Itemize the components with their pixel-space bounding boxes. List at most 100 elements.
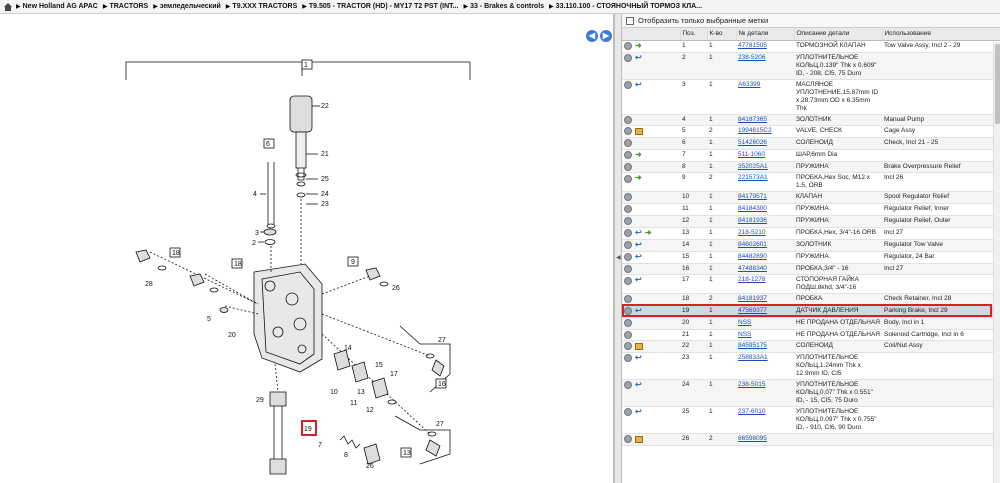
- part-number-link[interactable]: 84181936: [738, 217, 767, 224]
- breadcrumb-item[interactable]: 33.110.100 - СТОЯНОЧНЫЙ ТОРМОЗ КЛА...: [556, 3, 702, 10]
- part-number-link[interactable]: 84179571: [738, 193, 767, 200]
- breadcrumb-item[interactable]: T9.505 - TRACTOR (HD) - MY17 T2 PST (INT…: [309, 3, 459, 10]
- substitution-arrow-icon[interactable]: ↩: [635, 380, 642, 389]
- part-number-cell[interactable]: NSS: [736, 329, 794, 342]
- part-number-link[interactable]: 238-5015: [738, 381, 765, 388]
- table-row[interactable]: ↩ 15 1 84482890 ПРУЖИНА Regulator, 24 Bar: [622, 251, 1000, 264]
- part-number-link[interactable]: 47569377: [738, 307, 767, 314]
- part-number-cell[interactable]: 84179571: [736, 191, 794, 205]
- part-number-link[interactable]: 47488340: [738, 265, 767, 272]
- info-icon[interactable]: [624, 41, 632, 50]
- info-icon[interactable]: [624, 115, 632, 124]
- table-row[interactable]: ↩ 2 1 238-5206 УПЛОТНИТЕЛЬНОЕ КОЛЬЦ,0.139" T…: [622, 52, 1000, 80]
- table-row[interactable]: ↩ 25 1 237-6010 УПЛОТНИТЕЛЬНОЕ КОЛЬЦ,0.097" …: [622, 406, 1000, 435]
- part-number-cell[interactable]: 86598095: [736, 433, 794, 446]
- substitution-arrow-icon[interactable]: ↩: [635, 306, 642, 315]
- table-row[interactable]: 6 1 51426026 СОЛЕНОИД Check, Incl 21 - 25: [622, 137, 1000, 150]
- info-icon[interactable]: [624, 276, 632, 285]
- part-number-link[interactable]: 84602601: [738, 241, 767, 248]
- scrollbar[interactable]: [993, 42, 1000, 483]
- info-icon[interactable]: [624, 342, 632, 351]
- table-row[interactable]: ➜ 9 2 221573A1 ПРОБКА,Hex Soc, M12 x 1.5, OR…: [622, 172, 1000, 193]
- part-number-link[interactable]: 218-5210: [738, 229, 765, 236]
- replacement-arrow-icon[interactable]: ➜: [635, 173, 642, 182]
- table-row[interactable]: ↩ 17 1 218-1278 СТОПОРНАЯ ГАЙКА ПОДШ,8khd, 3…: [622, 274, 1000, 295]
- breadcrumb-item[interactable]: земледельческий: [160, 3, 221, 10]
- table-row[interactable]: ↩ 14 1 84602601 ЗОЛОТНИК Regulator Tow Valve: [622, 239, 1000, 252]
- part-number-cell[interactable]: 237-6010: [736, 406, 794, 435]
- part-number-link[interactable]: A63399: [738, 81, 760, 88]
- table-row[interactable]: 11 1 84184300 ПРУЖИНА Regulator Relief, Inne…: [622, 203, 1000, 216]
- part-number-link[interactable]: 84184300: [738, 205, 767, 212]
- info-icon[interactable]: [624, 252, 632, 261]
- part-number-cell[interactable]: 84181936: [736, 215, 794, 228]
- part-number-link[interactable]: 1994615C2: [738, 127, 772, 134]
- part-number-cell[interactable]: 47569377: [736, 305, 794, 318]
- part-number-cell[interactable]: 352025A1: [736, 161, 794, 174]
- info-icon[interactable]: [624, 162, 632, 171]
- part-number-cell[interactable]: 84187365: [736, 114, 794, 127]
- collapse-arrow-icon[interactable]: ◀: [616, 254, 621, 261]
- replacement-arrow-icon[interactable]: ➜: [645, 228, 652, 237]
- table-row[interactable]: ↩ 3 1 A63399 МАСЛЯНОЕ УПЛОТНЕНИЕ,15.87mm ID …: [622, 79, 1000, 115]
- replacement-arrow-icon[interactable]: ➜: [635, 150, 642, 159]
- column-header[interactable]: К-во: [707, 28, 737, 41]
- table-row[interactable]: 8 1 352025A1 ПРУЖИНА Brake Overpressure Reli…: [622, 161, 1000, 174]
- part-number-cell[interactable]: 221573A1: [736, 172, 794, 193]
- table-row[interactable]: 20 1 NSS НЕ ПРОДАНА ОТДЕЛЬНАЯ Body, Incl in …: [622, 317, 1000, 330]
- table-row[interactable]: ↩ 19 1 47569377 ДАТЧИК ДАВЛЕНИЯ Parking Brake…: [622, 305, 1000, 318]
- table-row[interactable]: 22 1 84595175 СОЛЕНОИД Coil/Nut Assy: [622, 340, 1000, 354]
- part-number-cell[interactable]: 51426026: [736, 137, 794, 150]
- part-number-link[interactable]: 84187365: [738, 116, 767, 123]
- scrollbar-thumb[interactable]: [995, 44, 1000, 124]
- table-row[interactable]: ↩ 24 1 238-5015 УПЛОТНИТЕЛЬНОЕ КОЛЬЦ,0.07" T…: [622, 379, 1000, 408]
- substitution-arrow-icon[interactable]: ↩: [635, 240, 642, 249]
- kit-box-icon[interactable]: [635, 127, 643, 135]
- kit-box-icon[interactable]: [635, 435, 643, 443]
- info-icon[interactable]: [624, 193, 632, 202]
- part-number-cell[interactable]: 238-5206: [736, 52, 794, 80]
- part-number-cell[interactable]: 238-5015: [736, 379, 794, 408]
- column-header[interactable]: Поз.: [680, 28, 708, 41]
- part-number-cell[interactable]: 47781505: [736, 40, 794, 53]
- part-number-cell[interactable]: 1994615C2: [736, 125, 794, 138]
- part-number-cell[interactable]: 84595175: [736, 340, 794, 354]
- table-row[interactable]: 26 2 86598095: [622, 433, 1000, 446]
- info-icon[interactable]: [624, 318, 632, 327]
- part-number-cell[interactable]: 511-1060: [736, 149, 794, 162]
- substitution-arrow-icon[interactable]: ↩: [635, 252, 642, 261]
- table-row[interactable]: 16 1 47488340 ПРОБКА,3/4" - 16 Incl 27: [622, 263, 1000, 276]
- table-row[interactable]: ↩ ➜ 13 1 218-5210 ПРОБКА,Hex, 3/4"-16 ORB Incl…: [622, 227, 1000, 240]
- part-number-cell[interactable]: 218-5210: [736, 227, 794, 240]
- info-icon[interactable]: [624, 205, 632, 214]
- part-number-link[interactable]: 84595175: [738, 342, 767, 349]
- info-icon[interactable]: [624, 80, 632, 89]
- panel-splitter[interactable]: ◀: [614, 14, 622, 483]
- part-number-link[interactable]: 352025A1: [738, 163, 768, 170]
- table-row[interactable]: ↩ 23 1 258833A1 УПЛОТНИТЕЛЬНОЕ КОЛЬЦ,1.24mm …: [622, 352, 1000, 381]
- info-icon[interactable]: [624, 435, 632, 444]
- show-selected-checkbox[interactable]: [626, 16, 634, 25]
- part-number-link[interactable]: 237-6010: [738, 408, 765, 415]
- part-number-cell[interactable]: 218-1278: [736, 274, 794, 295]
- substitution-arrow-icon[interactable]: ↩: [635, 407, 642, 416]
- info-icon[interactable]: [624, 240, 632, 249]
- info-icon[interactable]: [624, 295, 632, 304]
- breadcrumb-item[interactable]: T9.XXX TRACTORS: [232, 3, 297, 10]
- part-number-link[interactable]: 238-5206: [738, 54, 765, 61]
- substitution-arrow-icon[interactable]: ↩: [635, 275, 642, 284]
- info-icon[interactable]: [624, 264, 632, 273]
- breadcrumb-item[interactable]: TRACTORS: [109, 3, 148, 10]
- part-number-cell[interactable]: NSS: [736, 317, 794, 330]
- substitution-arrow-icon[interactable]: ↩: [635, 53, 642, 62]
- info-icon[interactable]: [624, 174, 632, 183]
- table-row[interactable]: ➜ 1 1 47781505 ТОРМОЗНОЙ КЛАПАН Tow Valve Ass…: [622, 40, 1000, 53]
- part-number-link[interactable]: 86598095: [738, 435, 767, 442]
- info-icon[interactable]: [624, 307, 632, 316]
- info-icon[interactable]: [624, 150, 632, 159]
- table-row[interactable]: 4 1 84187365 ЗОЛОТНИК Manual Pump: [622, 114, 1000, 127]
- part-number-cell[interactable]: 84181937: [736, 293, 794, 306]
- part-number-cell[interactable]: 47488340: [736, 263, 794, 276]
- part-number-cell[interactable]: 84602601: [736, 239, 794, 252]
- replacement-arrow-icon[interactable]: ➜: [635, 41, 642, 50]
